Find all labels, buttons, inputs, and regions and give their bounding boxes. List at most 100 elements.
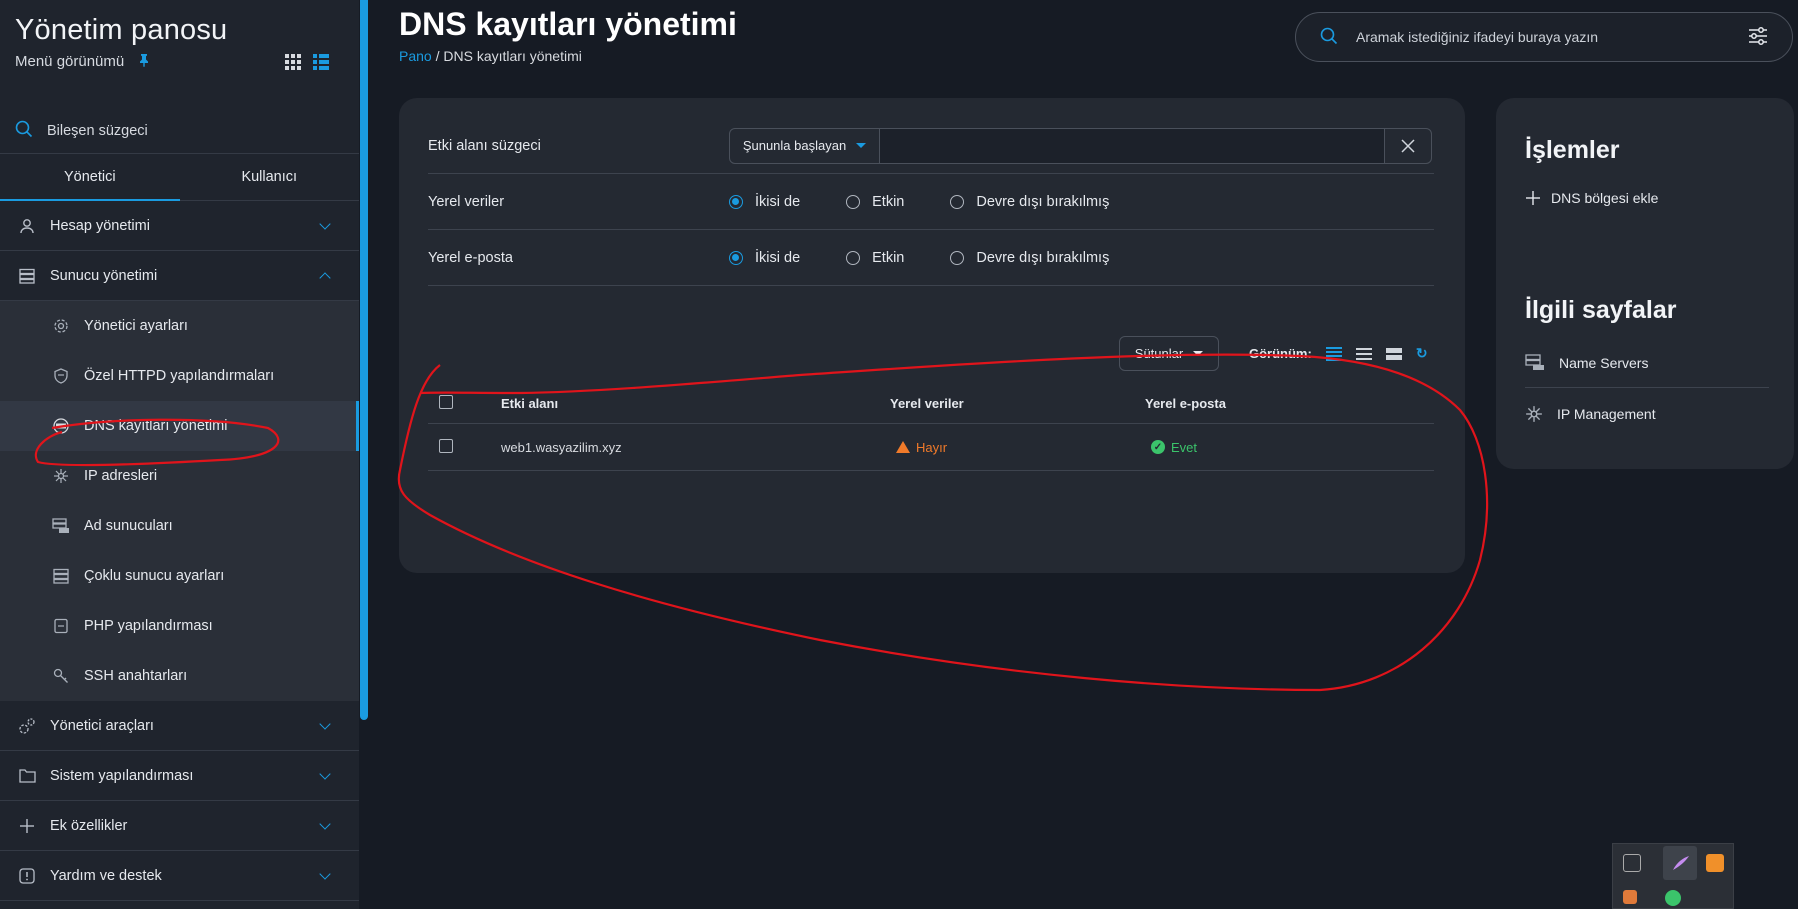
sidebar-item-dns[interactable]: DNS kayıtları yönetimi	[0, 401, 359, 451]
domain-filter-input[interactable]	[880, 128, 1384, 163]
folder-icon	[18, 767, 36, 785]
search-icon	[15, 120, 33, 142]
local-mail-disabled-radio[interactable]: Devre dışı bırakılmış	[950, 250, 1109, 266]
sidebar-item-custom-httpd[interactable]: Özel HTTPD yapılandırmaları	[0, 351, 359, 401]
view-label: Görünüm:	[1249, 346, 1312, 361]
section-label: Yardım ve destek	[50, 867, 162, 884]
sidebar-title: Yönetim panosu	[15, 14, 228, 46]
radio-label: Etkin	[872, 249, 905, 266]
plus-icon	[18, 817, 36, 835]
local-data-both-radio[interactable]: İkisi de	[729, 194, 800, 210]
local-mail-label: Yerel e-posta	[428, 249, 513, 266]
epic-games-icon[interactable]	[1623, 854, 1641, 872]
columns-label: Sütunlar	[1134, 346, 1184, 361]
server-submenu: Yönetici ayarları Özel HTTPD yapılandırm…	[0, 301, 359, 701]
sidebar-item-ssh[interactable]: SSH anahtarları	[0, 651, 359, 701]
dns-globe-icon	[52, 417, 70, 435]
radio-unselected	[950, 250, 965, 265]
sidebar-item-label: Ad sunucuları	[84, 518, 173, 534]
sidebar-section-server[interactable]: Sunucu yönetimi	[0, 251, 359, 301]
link-name-servers[interactable]: Name Servers	[1525, 338, 1769, 388]
component-filter[interactable]: Bileşen süzgeci	[0, 108, 359, 154]
warning-icon	[896, 441, 910, 453]
section-label: Ek özellikler	[50, 817, 128, 834]
local-data-label: Yerel veriler	[428, 193, 505, 210]
sidebar-section-help[interactable]: Yardım ve destek	[0, 851, 359, 901]
local-mail-both-radio[interactable]: İkisi de	[729, 250, 800, 266]
sidebar-section-system[interactable]: Sistem yapılandırması	[0, 751, 359, 801]
refresh-icon[interactable]: ↻	[1416, 345, 1428, 362]
table-row[interactable]: web1.wasyazilim.xyz Hayır ✓ Evet	[428, 424, 1434, 471]
view-density: Görünüm: ↻	[1249, 345, 1428, 362]
list-view-icon[interactable]	[313, 54, 329, 70]
sliders-icon[interactable]	[1748, 26, 1768, 48]
sidebar-scrollbar[interactable]	[360, 0, 368, 720]
add-dns-zone-button[interactable]: DNS bölgesi ekle	[1525, 190, 1658, 206]
sidebar-section-account[interactable]: Hesap yönetimi	[0, 201, 359, 251]
sidebar-item-nameservers[interactable]: Ad sunucuları	[0, 501, 359, 551]
grid-view-icon[interactable]	[285, 54, 301, 70]
sidebar-item-php[interactable]: PHP yapılandırması	[0, 601, 359, 651]
search-input[interactable]: Aramak istediğiniz ifadeyi buraya yazın	[1356, 29, 1730, 45]
sidebar-item-ip[interactable]: IP adresleri	[0, 451, 359, 501]
global-search[interactable]: Aramak istediğiniz ifadeyi buraya yazın	[1295, 12, 1793, 62]
radio-selected	[729, 250, 743, 265]
radio-label: Etkin	[872, 193, 905, 210]
status-text: Hayır	[916, 439, 948, 455]
server-icon	[18, 267, 36, 285]
radio-label: İkisi de	[755, 193, 801, 210]
tab-user[interactable]: Kullanıcı	[180, 154, 360, 200]
columns-button[interactable]: Sütunlar	[1119, 336, 1219, 371]
local-data-disabled-radio[interactable]: Devre dışı bırakılmış	[950, 194, 1109, 210]
local-mail-active-radio[interactable]: Etkin	[846, 250, 904, 266]
filter-mode-select[interactable]: Şununla başlayan	[730, 128, 880, 163]
dns-table: Etki alanı Yerel veriler Yerel e-posta w…	[428, 384, 1434, 471]
sidebar-item-multi-server[interactable]: Çoklu sunucu ayarları	[0, 551, 359, 601]
chevron-down-icon	[319, 767, 331, 780]
sidebar-item-admin-settings[interactable]: Yönetici ayarları	[0, 301, 359, 351]
pin-icon[interactable]	[138, 53, 150, 70]
col-domain[interactable]: Etki alanı	[501, 396, 890, 411]
chevron-down-icon	[319, 817, 331, 830]
radio-unselected	[846, 250, 861, 265]
row-checkbox[interactable]	[439, 438, 453, 453]
local-mail-row: Yerel e-posta İkisi de Etkin Devre dışı …	[428, 230, 1434, 286]
chevron-down-icon	[319, 867, 331, 880]
compact-density-icon[interactable]	[1325, 346, 1342, 361]
related-pages-title: İlgili sayfalar	[1525, 296, 1677, 324]
radio-unselected	[846, 194, 861, 209]
menu-view-toggle	[285, 54, 329, 70]
section-label: Hesap yönetimi	[50, 217, 150, 234]
feather-app-icon[interactable]	[1663, 846, 1697, 880]
normal-density-icon[interactable]	[1355, 347, 1372, 360]
radio-label: İkisi de	[755, 249, 801, 266]
key-icon	[52, 667, 70, 685]
radio-label: Devre dışı bırakılmış	[976, 249, 1110, 266]
chevron-up-icon	[319, 271, 331, 284]
link-ip-management[interactable]: IP Management	[1525, 389, 1769, 439]
local-data-active-radio[interactable]: Etkin	[846, 194, 904, 210]
col-local-data[interactable]: Yerel veriler	[890, 396, 1145, 411]
link-label: Name Servers	[1559, 354, 1649, 371]
sidebar-header: Yönetim panosu Menü görünümü	[0, 0, 359, 108]
speaker-icon[interactable]	[1623, 890, 1637, 904]
col-local-mail[interactable]: Yerel e-posta	[1145, 396, 1434, 411]
network-globe-icon[interactable]	[1665, 890, 1681, 906]
name-server-icon	[52, 517, 70, 535]
clear-button[interactable]	[1384, 128, 1431, 163]
orange-app-icon[interactable]	[1706, 854, 1724, 872]
row-domain[interactable]: web1.wasyazilim.xyz	[501, 440, 890, 455]
sidebar-section-admin-tools[interactable]: Yönetici araçları	[0, 701, 359, 751]
breadcrumb-separator: /	[435, 48, 440, 64]
actions-card: İşlemler DNS bölgesi ekle İlgili sayfala…	[1496, 98, 1794, 469]
filter-mode-value: Şununla başlayan	[742, 138, 847, 153]
tab-admin[interactable]: Yönetici	[0, 154, 180, 201]
breadcrumb-home[interactable]: Pano	[399, 48, 432, 64]
wide-density-icon[interactable]	[1385, 347, 1402, 360]
radio-label: Devre dışı bırakılmış	[976, 193, 1110, 210]
table-header: Etki alanı Yerel veriler Yerel e-posta	[428, 384, 1434, 424]
name-server-icon	[1525, 354, 1544, 370]
domain-filter-combo: Şununla başlayan	[729, 127, 1432, 164]
sidebar-section-extras[interactable]: Ek özellikler	[0, 801, 359, 851]
select-all-checkbox[interactable]	[439, 395, 453, 409]
